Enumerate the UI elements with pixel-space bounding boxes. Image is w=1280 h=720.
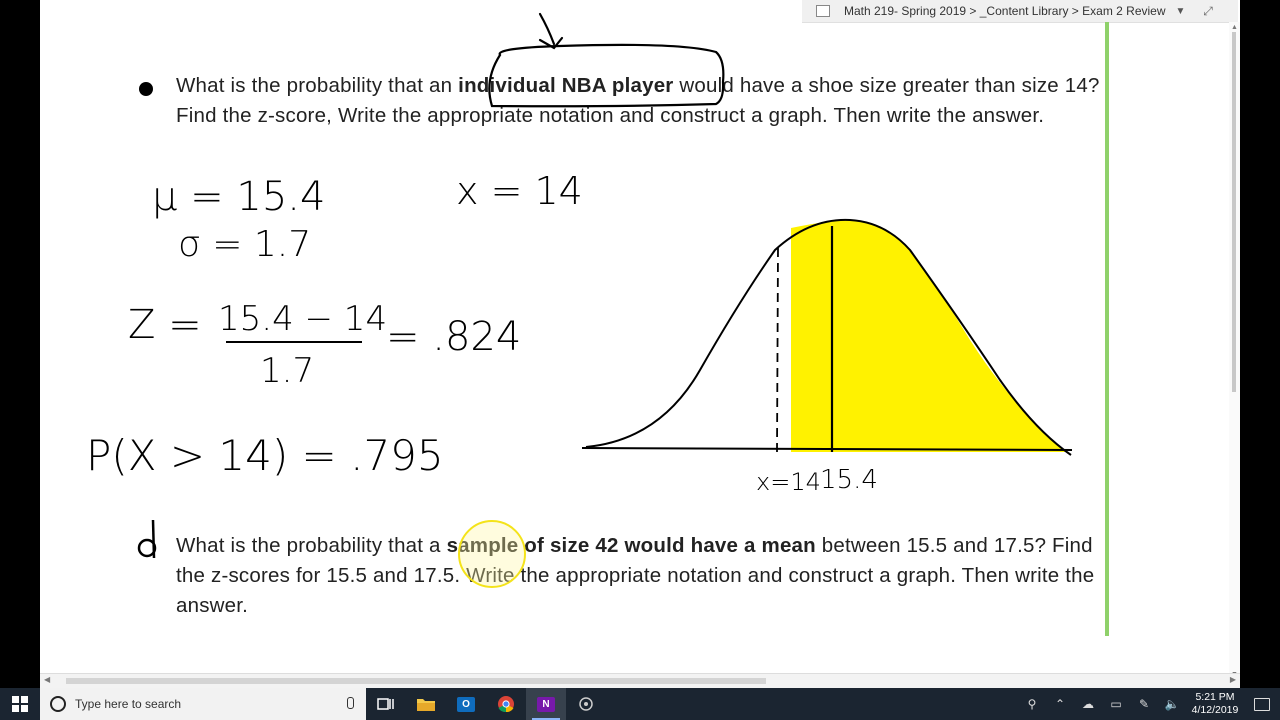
ink-mu: μ = 15.4 — [152, 174, 325, 220]
pen-icon[interactable]: ✎ — [1130, 688, 1158, 720]
cursor-highlight-ring — [458, 520, 526, 588]
scroll-up-icon[interactable]: ▲ — [1231, 24, 1238, 31]
ink-z-denominator: 1.7 — [260, 351, 314, 391]
outlook-icon: O — [457, 696, 475, 712]
volume-icon[interactable]: 🔈 — [1158, 688, 1186, 720]
media-icon — [579, 697, 593, 711]
x14-dashed-line — [776, 247, 779, 453]
start-button[interactable] — [0, 688, 40, 720]
file-explorer-icon — [417, 699, 435, 711]
battery-icon[interactable]: ▭ — [1102, 688, 1130, 720]
onenote-button[interactable]: N — [526, 688, 566, 720]
people-icon[interactable]: ⚲ — [1018, 688, 1046, 720]
ink-layer: μ = 15.4 σ = 1.7 x = 14 Z = 15.4 − 14 1.… — [86, 12, 1073, 588]
onenote-icon: N — [537, 696, 555, 712]
microphone-icon[interactable] — [347, 697, 354, 709]
ink-z-numerator: 15.4 − 14 — [218, 299, 387, 339]
windows-logo-icon — [12, 696, 28, 712]
file-explorer-button[interactable] — [406, 688, 446, 720]
outlook-button[interactable]: O — [446, 688, 486, 720]
hscroll-thumb[interactable] — [66, 678, 766, 684]
task-view-button[interactable] — [366, 688, 406, 720]
chrome-button[interactable] — [486, 688, 526, 720]
action-center-button[interactable] — [1244, 688, 1280, 720]
cortana-icon — [50, 696, 66, 712]
onedrive-icon[interactable]: ☁ — [1074, 688, 1102, 720]
normal-curve-graph: x=14 15.4 — [581, 218, 1073, 496]
notification-icon — [1254, 697, 1270, 711]
search-placeholder[interactable]: Type here to search — [75, 697, 181, 711]
ink-sigma: σ = 1.7 — [178, 224, 311, 265]
scroll-thumb[interactable] — [1232, 32, 1236, 392]
scroll-right-icon[interactable]: ▶ — [1230, 675, 1236, 684]
chevron-up-icon[interactable]: ⌃ — [1046, 688, 1074, 720]
ink-z-label: Z = — [128, 302, 202, 348]
system-tray: ⚲ ⌃ ☁ ▭ ✎ 🔈 5:21 PM 4/12/2019 — [1018, 688, 1280, 720]
scroll-left-icon[interactable]: ◀ — [44, 675, 50, 684]
taskbar-search[interactable]: Type here to search — [40, 688, 366, 720]
right-letterbox — [1240, 0, 1280, 688]
bullet-d-mark — [137, 519, 157, 559]
clock[interactable]: 5:21 PM 4/12/2019 — [1186, 691, 1244, 717]
ink-probability: P(X > 14) = .795 — [86, 431, 444, 480]
left-letterbox — [0, 0, 40, 688]
media-button[interactable] — [566, 688, 606, 720]
onenote-page: Math 219- Spring 2019 > _Content Library… — [40, 0, 1240, 688]
horizontal-scrollbar[interactable]: ◀ ▶ — [40, 673, 1240, 688]
graph-x14-label: x=14 — [756, 468, 821, 496]
ink-box-annotation — [488, 12, 725, 108]
graph-mean-label: 15.4 — [820, 465, 878, 495]
ink-z-result: = .824 — [386, 314, 521, 360]
chrome-icon — [498, 696, 514, 713]
taskbar: Type here to search O N ⚲ ⌃ ☁ ▭ ✎ 🔈 5:21… — [0, 688, 1280, 720]
task-view-icon — [377, 698, 394, 710]
vertical-scrollbar[interactable]: ▲ ▼ — [1229, 22, 1240, 680]
clock-date: 4/12/2019 — [1191, 704, 1239, 716]
clock-time: 5:21 PM — [1195, 691, 1235, 703]
bullet-c-mark — [139, 82, 153, 96]
ink-x: x = 14 — [456, 169, 583, 213]
